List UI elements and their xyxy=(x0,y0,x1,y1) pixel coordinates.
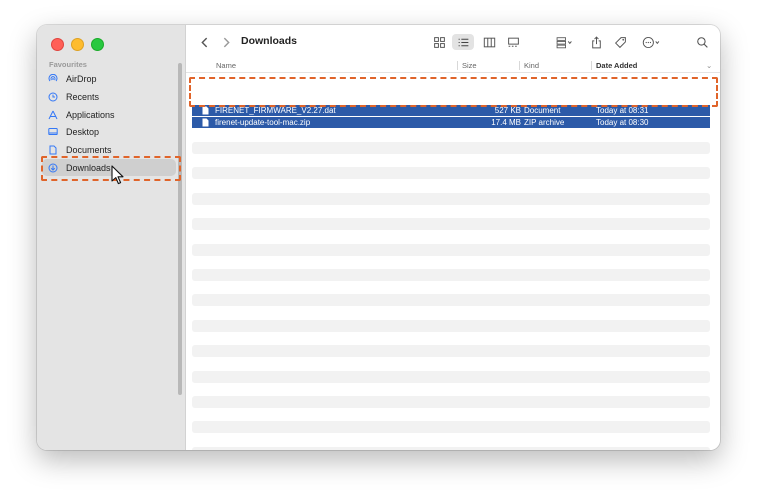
share-icon xyxy=(591,35,601,48)
file-name: FIRENET_FIRMWARE_V2.27.dat xyxy=(215,106,336,115)
column-size[interactable]: Size xyxy=(462,61,477,70)
forward-button[interactable] xyxy=(218,34,234,50)
file-list: Name Size Kind Date Added ⌄ FIRENET_FIRM… xyxy=(186,59,720,450)
empty-row xyxy=(192,345,710,358)
airdrop-icon xyxy=(48,73,64,84)
group-icon xyxy=(556,36,572,48)
column-kind[interactable]: Kind xyxy=(524,61,539,70)
back-button[interactable] xyxy=(196,34,212,50)
file-size: 527 KB xyxy=(494,106,521,115)
empty-row xyxy=(192,218,710,231)
empty-row xyxy=(192,142,710,154)
sidebar-item-label: Desktop xyxy=(66,126,100,137)
gallery-icon xyxy=(507,37,519,47)
sort-chevron-icon: ⌄ xyxy=(706,61,713,70)
column-name[interactable]: Name xyxy=(216,61,236,70)
empty-row xyxy=(192,421,710,434)
empty-row xyxy=(192,294,710,307)
highlight-selected-files xyxy=(189,77,718,107)
sidebar-item-label: Recents xyxy=(66,91,100,102)
zip-file-icon xyxy=(202,118,209,127)
desktop-icon xyxy=(48,127,64,137)
zoom-window-button[interactable] xyxy=(91,38,104,51)
file-date-added: Today at 08:31 xyxy=(596,106,649,115)
file-kind: ZIP archive xyxy=(524,118,565,127)
column-view-button[interactable] xyxy=(480,34,498,50)
search-button[interactable] xyxy=(694,34,710,50)
empty-row xyxy=(192,319,710,332)
empty-row xyxy=(192,167,710,180)
tag-button[interactable] xyxy=(612,34,628,50)
file-row[interactable]: firenet-update-tool-mac.zip 17.4 MB ZIP … xyxy=(192,117,710,128)
group-by-button[interactable] xyxy=(552,34,576,50)
list-icon xyxy=(458,38,468,46)
empty-row xyxy=(192,192,710,205)
sidebar-item-applications[interactable]: Applications xyxy=(42,106,176,123)
search-icon xyxy=(696,36,708,48)
close-window-button[interactable] xyxy=(51,38,64,51)
column-header: Name Size Kind Date Added ⌄ xyxy=(186,59,720,73)
sidebar-item-label: AirDrop xyxy=(66,73,97,84)
column-separator[interactable] xyxy=(591,61,592,70)
sidebar-item-label: Documents xyxy=(66,144,112,155)
clock-icon xyxy=(48,92,64,102)
toolbar: Downloads xyxy=(186,25,720,59)
file-date-added: Today at 08:30 xyxy=(596,118,649,127)
sidebar-item-recents[interactable]: Recents xyxy=(42,88,176,105)
document-icon xyxy=(48,145,64,155)
file-size: 17.4 MB xyxy=(491,118,521,127)
applications-icon xyxy=(48,110,64,120)
column-separator[interactable] xyxy=(457,61,458,70)
gallery-view-button[interactable] xyxy=(504,34,522,50)
columns-icon xyxy=(483,37,495,47)
more-actions-button[interactable] xyxy=(638,34,664,50)
sidebar: Favourites AirDrop Recents Applications … xyxy=(37,25,186,450)
column-date-added[interactable]: Date Added xyxy=(596,61,637,70)
empty-row xyxy=(192,370,710,383)
chevron-right-icon xyxy=(223,37,230,47)
finder-window: Favourites AirDrop Recents Applications … xyxy=(37,25,720,450)
sidebar-item-desktop[interactable]: Desktop xyxy=(42,123,176,140)
mouse-pointer-icon xyxy=(111,165,124,185)
window-controls xyxy=(51,38,104,51)
sidebar-item-label: Applications xyxy=(66,109,115,120)
empty-row xyxy=(192,446,710,450)
grid-icon xyxy=(433,36,445,48)
icon-view-button[interactable] xyxy=(430,34,448,50)
sidebar-item-airdrop[interactable]: AirDrop xyxy=(42,70,176,87)
empty-row xyxy=(192,243,710,256)
document-icon xyxy=(202,106,209,115)
chevron-left-icon xyxy=(200,37,207,47)
file-kind: Document xyxy=(524,106,561,115)
share-button[interactable] xyxy=(588,34,604,50)
sidebar-section-favourites: Favourites xyxy=(49,60,87,69)
empty-row xyxy=(192,269,710,281)
window-title: Downloads xyxy=(241,35,298,47)
ellipsis-circle-icon xyxy=(642,36,659,48)
list-view-button[interactable] xyxy=(452,34,474,50)
minimize-window-button[interactable] xyxy=(71,38,84,51)
tag-icon xyxy=(614,36,626,48)
empty-row xyxy=(192,396,710,408)
sidebar-scrollbar[interactable] xyxy=(178,63,182,395)
file-name: firenet-update-tool-mac.zip xyxy=(215,118,311,127)
column-separator[interactable] xyxy=(519,61,520,70)
